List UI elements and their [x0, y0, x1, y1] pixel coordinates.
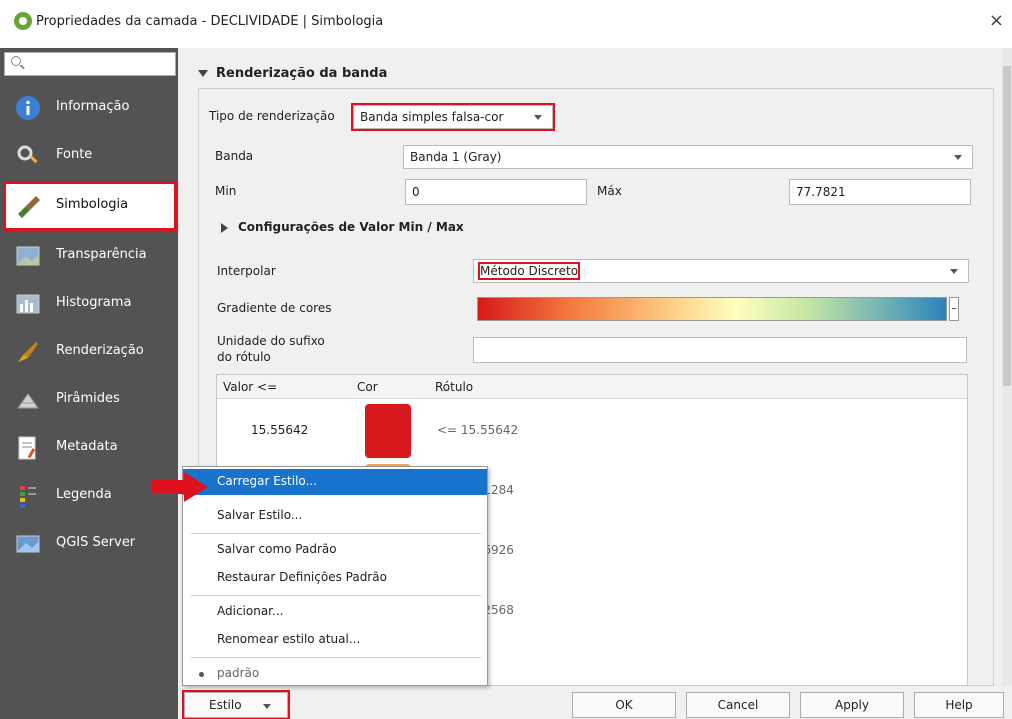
suffix-input[interactable] [473, 337, 967, 363]
sidebar-item-qgis-server[interactable]: QGIS Server [6, 522, 174, 566]
search-icon [11, 56, 21, 66]
column-header-color[interactable]: Cor [357, 380, 378, 394]
sidebar-item-label: Metadata [56, 439, 118, 454]
menu-item-save-style[interactable]: Salvar Estilo... [183, 503, 487, 529]
paintbrush-icon [18, 196, 40, 218]
menu-item-style-default[interactable]: padrão [183, 661, 487, 687]
class-label: <= 15.55642 [437, 423, 519, 437]
chevron-down-icon [534, 115, 542, 120]
search-input[interactable] [4, 52, 176, 76]
chevron-down-icon [954, 155, 962, 160]
sidebar-item-transparencia[interactable]: Transparência [6, 234, 174, 278]
table-header: Valor <= Cor Rótulo [217, 375, 967, 399]
menu-separator [191, 533, 481, 534]
minmax-settings-section[interactable]: Configurações de Valor Min / Max [221, 220, 464, 234]
panel-scrollbar[interactable] [1002, 48, 1012, 686]
histogram-icon [16, 294, 40, 314]
min-input[interactable]: 0 [405, 179, 587, 205]
sidebar-item-label: Simbologia [56, 197, 129, 212]
band-label: Banda [215, 149, 254, 163]
sidebar-item-label: QGIS Server [56, 535, 136, 550]
metadata-icon [18, 436, 36, 460]
suffix-label-line1: Unidade do sufixo [217, 334, 325, 348]
red-arrow-annotation-icon [152, 472, 208, 502]
color-ramp-label: Gradiente de cores [217, 301, 332, 315]
collapse-arrow-icon [198, 70, 208, 77]
sidebar-item-piramides[interactable]: Pirâmides [6, 378, 174, 422]
max-label: Máx [597, 184, 622, 198]
sidebar-item-fonte[interactable]: Fonte [6, 134, 174, 178]
class-value: 15.55642 [251, 423, 309, 437]
max-input[interactable]: 77.7821 [789, 179, 971, 205]
interpolate-label: Interpolar [217, 264, 276, 278]
interpolate-value: Método Discreto [477, 262, 581, 280]
chevron-down-icon [950, 269, 958, 274]
column-header-value[interactable]: Valor <= [223, 380, 277, 394]
render-type-value: Banda simples falsa-cor [360, 110, 504, 124]
min-label: Min [215, 184, 237, 198]
menu-item-save-as-default[interactable]: Salvar como Padrão [183, 537, 487, 563]
server-icon [16, 535, 40, 553]
style-menu-button[interactable]: Estilo [182, 690, 290, 719]
menu-item-load-style[interactable]: Carregar Estilo... [183, 469, 487, 495]
menu-separator [191, 595, 481, 596]
menu-item-restore-default[interactable]: Restaurar Definições Padrão [183, 565, 487, 591]
class-color-swatch[interactable] [365, 404, 411, 458]
suffix-label-line2: do rótulo [217, 350, 271, 364]
source-icon [17, 145, 38, 164]
band-rendering-section[interactable]: Renderização da banda [198, 66, 387, 81]
qgis-logo-icon [14, 12, 32, 30]
render-type-select[interactable]: Banda simples falsa-cor [351, 103, 555, 131]
sidebar-item-label: Legenda [56, 487, 112, 502]
pyramid-icon [17, 393, 39, 409]
interpolate-select[interactable]: Método Discreto [473, 259, 969, 283]
info-icon [16, 96, 40, 120]
sidebar: Informação Fonte Simbologia Transparênci… [0, 48, 178, 719]
color-ramp-button[interactable] [477, 297, 947, 321]
sidebar-item-label: Histograma [56, 295, 132, 310]
apply-button[interactable]: Apply [800, 692, 904, 718]
style-dropdown-menu: Carregar Estilo... Salvar Estilo... Salv… [182, 466, 488, 686]
style-name: padrão [217, 666, 260, 680]
style-button-label: Estilo [209, 698, 242, 712]
layer-properties-window: Propriedades da camada - DECLIVIDADE | S… [0, 0, 1012, 719]
section-title: Renderização da banda [216, 66, 388, 81]
sidebar-item-label: Pirâmides [56, 391, 120, 406]
transparency-icon [16, 246, 40, 266]
color-ramp-menu-button[interactable] [949, 297, 959, 321]
cancel-button[interactable]: Cancel [686, 692, 790, 718]
dialog-button-bar: Estilo OK Cancel Apply Help [180, 686, 1012, 719]
menu-item-rename-style[interactable]: Renomear estilo atual... [183, 627, 487, 653]
band-value: Banda 1 (Gray) [410, 150, 502, 164]
legend-icon [20, 486, 36, 508]
sidebar-item-simbologia[interactable]: Simbologia [3, 181, 177, 231]
title-bar: Propriedades da camada - DECLIVIDADE | S… [0, 0, 1012, 48]
close-icon[interactable]: × [989, 10, 1004, 31]
render-type-label: Tipo de renderização [209, 109, 335, 123]
sidebar-item-legenda[interactable]: Legenda [6, 474, 174, 518]
selected-bullet-icon [199, 672, 204, 677]
column-header-label[interactable]: Rótulo [435, 380, 473, 394]
sidebar-item-renderizacao[interactable]: Renderização [6, 330, 174, 374]
sidebar-item-informacao[interactable]: Informação [6, 86, 174, 130]
table-row[interactable]: 15.55642 <= 15.55642 [217, 401, 967, 461]
sidebar-item-label: Informação [56, 99, 130, 114]
help-button[interactable]: Help [914, 692, 1004, 718]
window-title: Propriedades da camada - DECLIVIDADE | S… [36, 14, 384, 29]
expand-arrow-icon [221, 222, 228, 233]
sidebar-item-label: Transparência [56, 247, 147, 262]
sidebar-item-metadata[interactable]: Metadata [6, 426, 174, 470]
render-icon [18, 342, 38, 362]
scrollbar-thumb[interactable] [1003, 66, 1011, 386]
band-select[interactable]: Banda 1 (Gray) [403, 145, 973, 169]
menu-separator [191, 657, 481, 658]
menu-item-add[interactable]: Adicionar... [183, 599, 487, 625]
minmax-settings-title: Configurações de Valor Min / Max [238, 220, 464, 234]
chevron-down-icon [263, 704, 271, 709]
sidebar-item-label: Renderização [56, 343, 144, 358]
sidebar-item-histograma[interactable]: Histograma [6, 282, 174, 326]
ok-button[interactable]: OK [572, 692, 676, 718]
sidebar-item-label: Fonte [56, 147, 93, 162]
